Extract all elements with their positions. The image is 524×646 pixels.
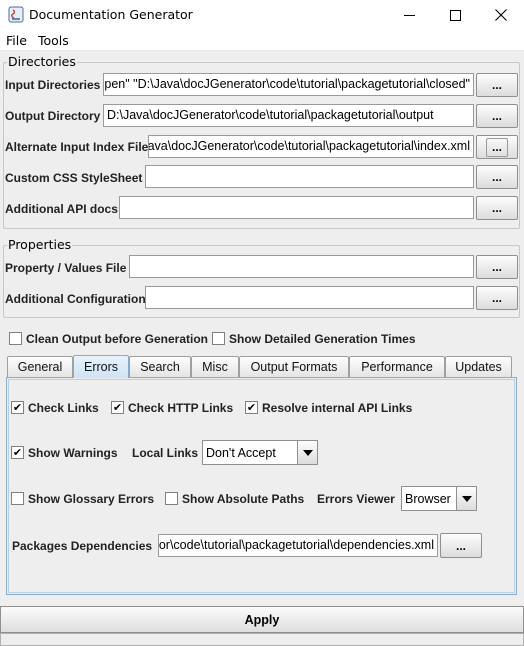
tab-updates[interactable]: Updates [445,356,512,377]
check-http-links-checkbox[interactable]: ✔ [111,401,124,414]
custom-css-field[interactable] [145,165,474,188]
clean-output-label: Clean Output before Generation [26,332,209,346]
input-directories-field[interactable]: \open" "D:\Java\docJGenerator\code\tutor… [103,73,474,96]
additional-config-browse-button[interactable]: ... [476,286,518,310]
additional-config-field[interactable] [145,286,474,309]
tab-search[interactable]: Search [129,356,191,377]
resolve-api-links-checkbox[interactable]: ✔ [245,401,258,414]
tab-performance[interactable]: Performance [349,356,445,377]
additional-api-field[interactable] [119,196,474,219]
tab-errors[interactable]: Errors [73,355,129,378]
additional-api-browse-button[interactable]: ... [476,196,518,220]
detailed-times-checkbox[interactable] [212,332,225,345]
local-links-value: Don't Accept [206,445,276,460]
values-file-field[interactable] [129,255,474,278]
menu-file[interactable]: File [6,33,27,48]
packages-dependencies-field[interactable]: tor\code\tutorial\packagetutorial\depend… [158,534,438,557]
alternate-index-browse-button[interactable]: ... [476,135,518,159]
directories-title: Directories [7,54,77,69]
java-app-icon [8,6,24,23]
check-http-links-label: Check HTTP Links [128,401,234,415]
errors-viewer-select[interactable]: Browser [401,486,477,511]
errors-viewer-label: Errors Viewer [317,492,395,506]
check-links-label: Check Links [28,401,99,415]
additional-config-label: Additional Configuration [5,292,146,306]
show-warnings-label: Show Warnings [28,446,118,460]
packages-dependencies-browse-button[interactable]: ... [440,533,482,558]
status-bar [0,633,524,646]
packages-dependencies-label: Packages Dependencies [12,539,153,553]
local-links-select[interactable]: Don't Accept [202,440,318,465]
custom-css-label: Custom CSS StyleSheet [5,171,143,185]
apply-button[interactable]: Apply [0,606,524,633]
errors-viewer-value: Browser [405,491,451,506]
glossary-errors-label: Show Glossary Errors [28,492,155,506]
tab-misc[interactable]: Misc [191,356,239,377]
glossary-errors-checkbox[interactable] [11,492,24,505]
menu-bar [0,30,524,51]
detailed-times-label: Show Detailed Generation Times [229,332,416,346]
menu-tools[interactable]: Tools [38,33,69,48]
alternate-index-field[interactable]: Java\docJGenerator\code\tutorial\package… [148,135,474,158]
check-links-checkbox[interactable]: ✔ [11,401,24,414]
tab-output-formats[interactable]: Output Formats [239,356,349,377]
input-directories-browse-button[interactable]: ... [476,73,518,97]
browse-label-inner: ... [486,137,508,157]
minimize-button[interactable] [386,0,432,30]
output-directory-label: Output Directory [5,109,101,123]
chevron-down-icon[interactable] [456,487,476,510]
chevron-down-icon[interactable] [297,441,317,464]
additional-api-label: Additional API docs [5,202,118,216]
tab-general[interactable]: General [7,356,73,377]
resolve-api-links-label: Resolve internal API Links [262,401,413,415]
alternate-index-label: Alternate Input Index File [5,140,149,154]
clean-output-checkbox[interactable] [9,332,22,345]
custom-css-browse-button[interactable]: ... [476,165,518,189]
close-button[interactable] [478,0,524,30]
local-links-label: Local Links [132,446,199,460]
values-file-browse-button[interactable]: ... [476,255,518,279]
values-file-label: Property / Values File [5,261,127,275]
input-directories-label: Input Directories [5,78,101,92]
output-directory-browse-button[interactable]: ... [476,104,518,128]
absolute-paths-checkbox[interactable] [165,492,178,505]
properties-title: Properties [7,237,73,252]
maximize-button[interactable] [432,0,478,30]
absolute-paths-label: Show Absolute Paths [182,492,305,506]
show-warnings-checkbox[interactable]: ✔ [11,446,24,459]
output-directory-field[interactable]: D:\Java\docJGenerator\code\tutorial\pack… [103,104,474,127]
window-title: Documentation Generator [29,7,193,22]
